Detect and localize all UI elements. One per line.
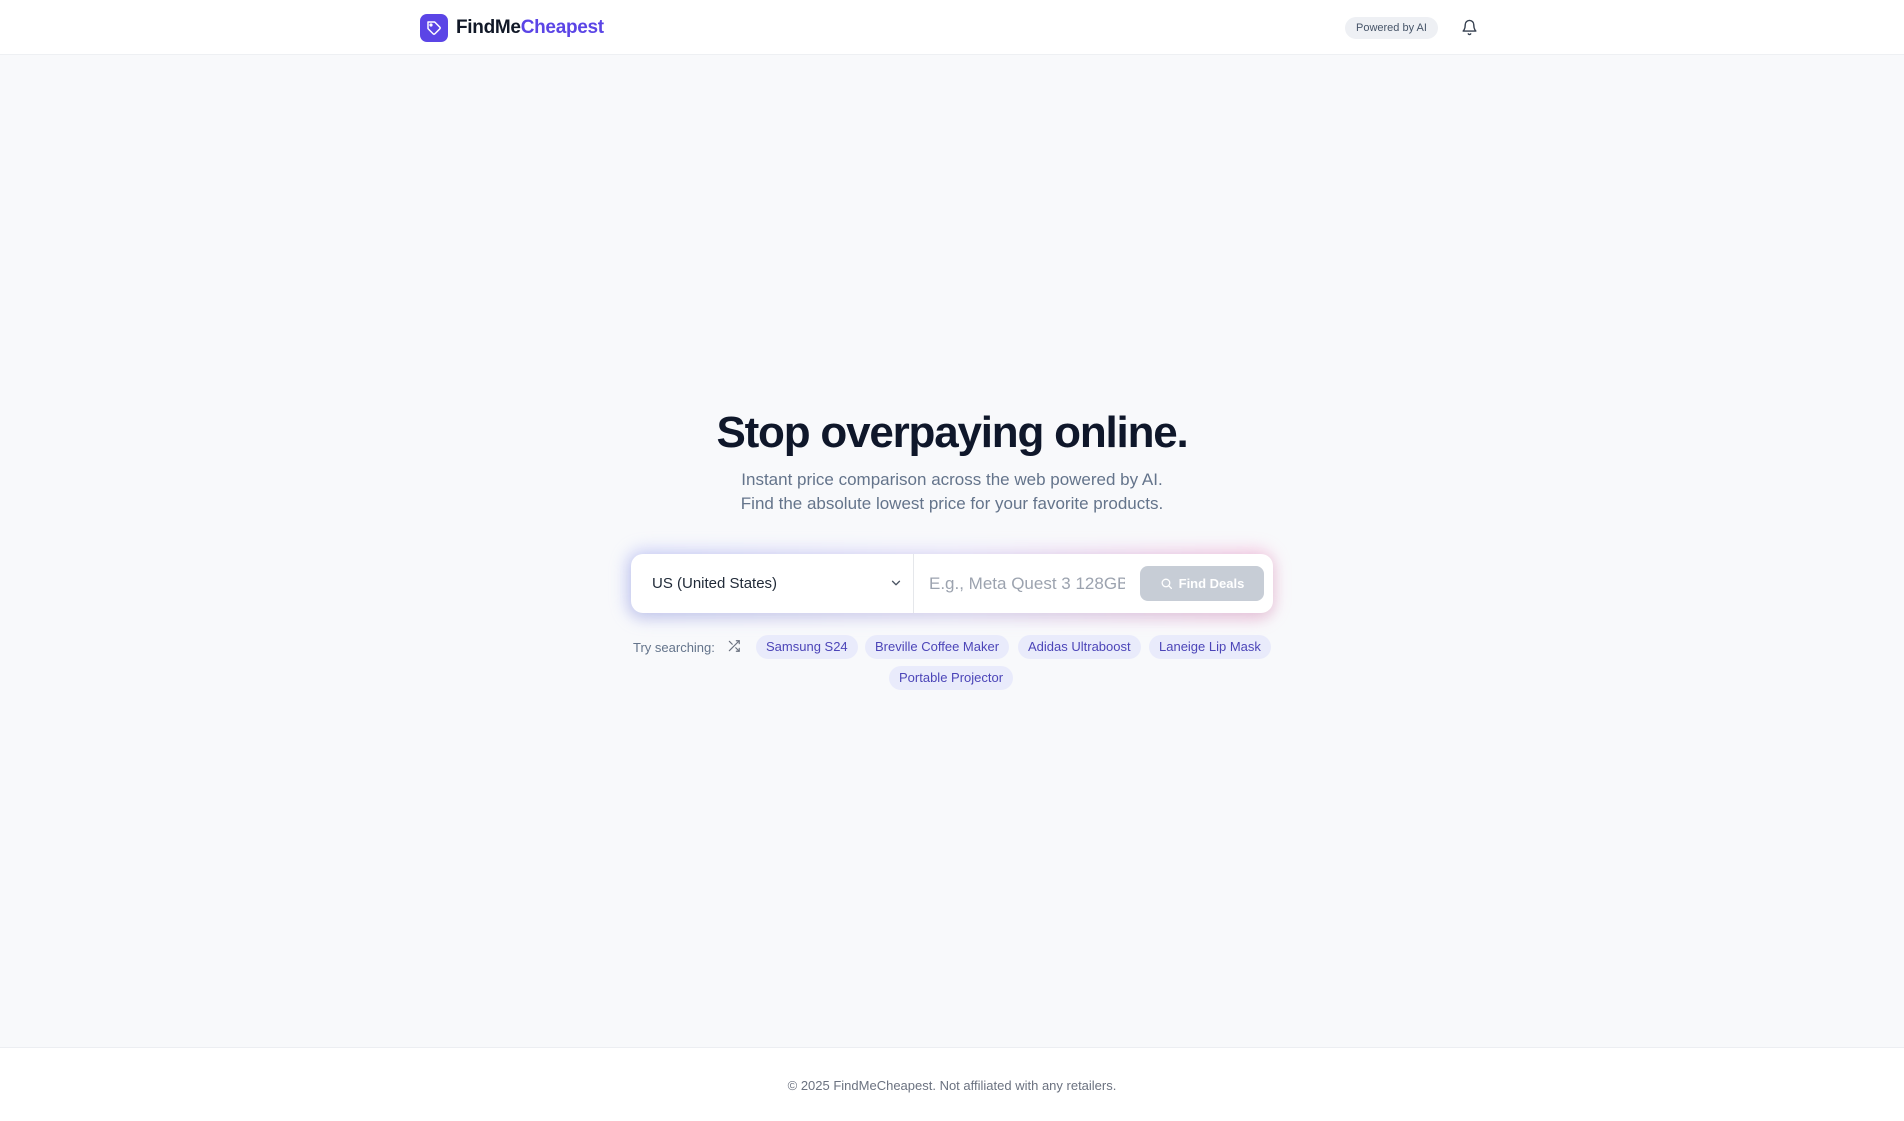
find-deals-button[interactable]: Find Deals bbox=[1140, 566, 1264, 601]
hero-title: Stop overpaying online. bbox=[716, 408, 1188, 457]
tag-icon bbox=[420, 14, 448, 42]
bell-icon bbox=[1461, 19, 1477, 35]
search-bar: US (United States) Find Deals bbox=[631, 554, 1273, 613]
suggestion-chip[interactable]: Samsung S24 bbox=[756, 635, 858, 659]
suggestion-chip[interactable]: Portable Projector bbox=[889, 666, 1014, 690]
footer-copyright: © 2025 FindMeCheapest. Not affiliated wi… bbox=[787, 1078, 1117, 1093]
suggestion-chip[interactable]: Adidas Ultraboost bbox=[1018, 635, 1141, 659]
product-search-input[interactable] bbox=[929, 563, 1125, 604]
hero-subtitle-line2: Find the absolute lowest price for your … bbox=[740, 494, 1164, 513]
notifications-button[interactable] bbox=[1458, 16, 1480, 38]
top-header: FindMeCheapest Powered by AI bbox=[0, 0, 1904, 55]
page: FindMeCheapest Powered by AI Stop overpa… bbox=[0, 0, 1904, 1121]
suggestion-chip[interactable]: Laneige Lip Mask bbox=[1149, 635, 1271, 659]
footer: © 2025 FindMeCheapest. Not affiliated wi… bbox=[0, 1047, 1904, 1121]
hero-subtitle-line1: Instant price comparison across the web … bbox=[741, 470, 1163, 489]
brand-name: FindMeCheapest bbox=[456, 17, 604, 39]
find-deals-label: Find Deals bbox=[1178, 576, 1245, 591]
suggestion-chip[interactable]: Breville Coffee Maker bbox=[865, 635, 1010, 659]
country-select-value: US (United States) bbox=[652, 575, 778, 592]
try-searching-label: Try searching: bbox=[633, 640, 715, 655]
chevron-down-icon bbox=[891, 580, 901, 586]
shuffle-icon bbox=[728, 640, 740, 652]
brand-name-part1: FindMe bbox=[456, 17, 521, 38]
country-select[interactable]: US (United States) bbox=[631, 554, 914, 613]
brand-home-link[interactable]: FindMeCheapest bbox=[420, 14, 604, 42]
shuffle-suggestions-button[interactable] bbox=[727, 639, 743, 655]
search-icon bbox=[1161, 578, 1172, 590]
powered-by-ai-badge: Powered by AI bbox=[1345, 17, 1438, 39]
brand-name-part2: Cheapest bbox=[520, 17, 604, 38]
